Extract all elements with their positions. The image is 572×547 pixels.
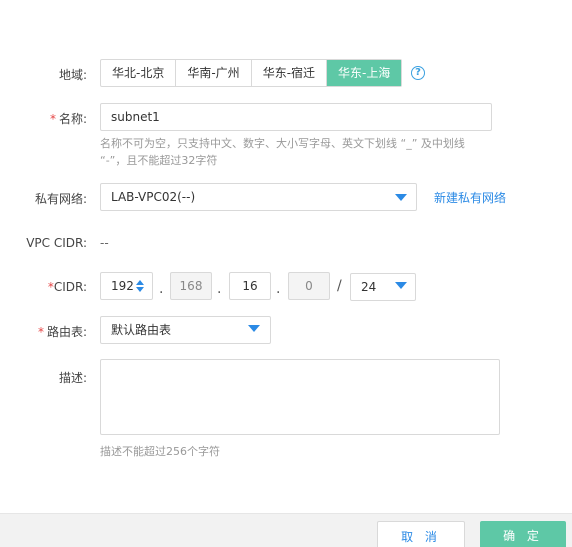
create-vpc-link[interactable]: 新建私有网络 xyxy=(434,189,506,206)
region-tab-shanghai[interactable]: 华东-上海 xyxy=(327,60,402,86)
vpc-selected-value: LAB-VPC02(--) xyxy=(111,190,196,204)
region-tabs: 华北-北京 华南-广州 华东-宿迁 华东-上海 xyxy=(100,59,403,87)
route-table-selected-value: 默认路由表 xyxy=(111,323,172,337)
question-circle-icon[interactable]: ? xyxy=(411,66,425,80)
name-hint-line1: 名称不可为空，只支持中文、数字、大小写字母、英文下划线 “_” 及中划线 xyxy=(100,137,465,150)
chevron-down-icon xyxy=(395,194,407,201)
cidr-slash: / xyxy=(337,278,342,294)
route-table-label: * 路由表: xyxy=(38,323,87,340)
cidr-octet3-input[interactable]: 16 xyxy=(229,272,271,300)
route-table-label-text: 路由表: xyxy=(46,325,87,339)
cidr-octet1-input[interactable]: 192 xyxy=(100,272,153,300)
region-tab-suqian[interactable]: 华东-宿迁 xyxy=(252,60,328,86)
name-label: * 名称: xyxy=(50,110,87,127)
cidr-dot-1: . xyxy=(159,281,164,297)
region-label: 地域: xyxy=(58,68,87,82)
description-textarea[interactable] xyxy=(100,359,500,435)
cidr-dot-2: . xyxy=(217,281,222,297)
name-label-text: 名称: xyxy=(58,112,87,126)
chevron-down-icon xyxy=(248,325,260,332)
region-tab-beijing[interactable]: 华北-北京 xyxy=(101,60,177,86)
cidr-dot-3: . xyxy=(276,281,281,297)
vpc-cidr-label: VPC CIDR: xyxy=(26,236,87,250)
chevron-down-icon xyxy=(395,282,407,289)
vpc-cidr-value: -- xyxy=(100,236,109,250)
description-hint: 描述不能超过256个字符 xyxy=(100,445,220,458)
name-hint-line2: “-”，且不能超过32字符 xyxy=(100,154,218,167)
description-label: 描述: xyxy=(58,371,87,385)
required-mark: * xyxy=(37,325,44,339)
cidr-octet1-value: 192 xyxy=(111,279,134,293)
required-mark: * xyxy=(49,112,56,126)
cidr-label-text: CIDR: xyxy=(53,280,87,294)
cancel-button[interactable]: 取 消 xyxy=(377,521,465,547)
stepper-icon[interactable] xyxy=(136,280,144,292)
route-table-select[interactable]: 默认路由表 xyxy=(100,316,271,344)
vpc-select[interactable]: LAB-VPC02(--) xyxy=(100,183,417,211)
cidr-octet4-input: 0 xyxy=(288,272,330,300)
ok-button[interactable]: 确 定 xyxy=(480,521,566,547)
cidr-octet2-input: 168 xyxy=(170,272,212,300)
cidr-mask-value: 24 xyxy=(361,280,377,294)
name-input[interactable]: subnet1 xyxy=(100,103,492,131)
vpc-label: 私有网络: xyxy=(34,192,87,206)
cidr-label: *CIDR: xyxy=(48,280,87,294)
region-tab-guangzhou[interactable]: 华南-广州 xyxy=(176,60,252,86)
